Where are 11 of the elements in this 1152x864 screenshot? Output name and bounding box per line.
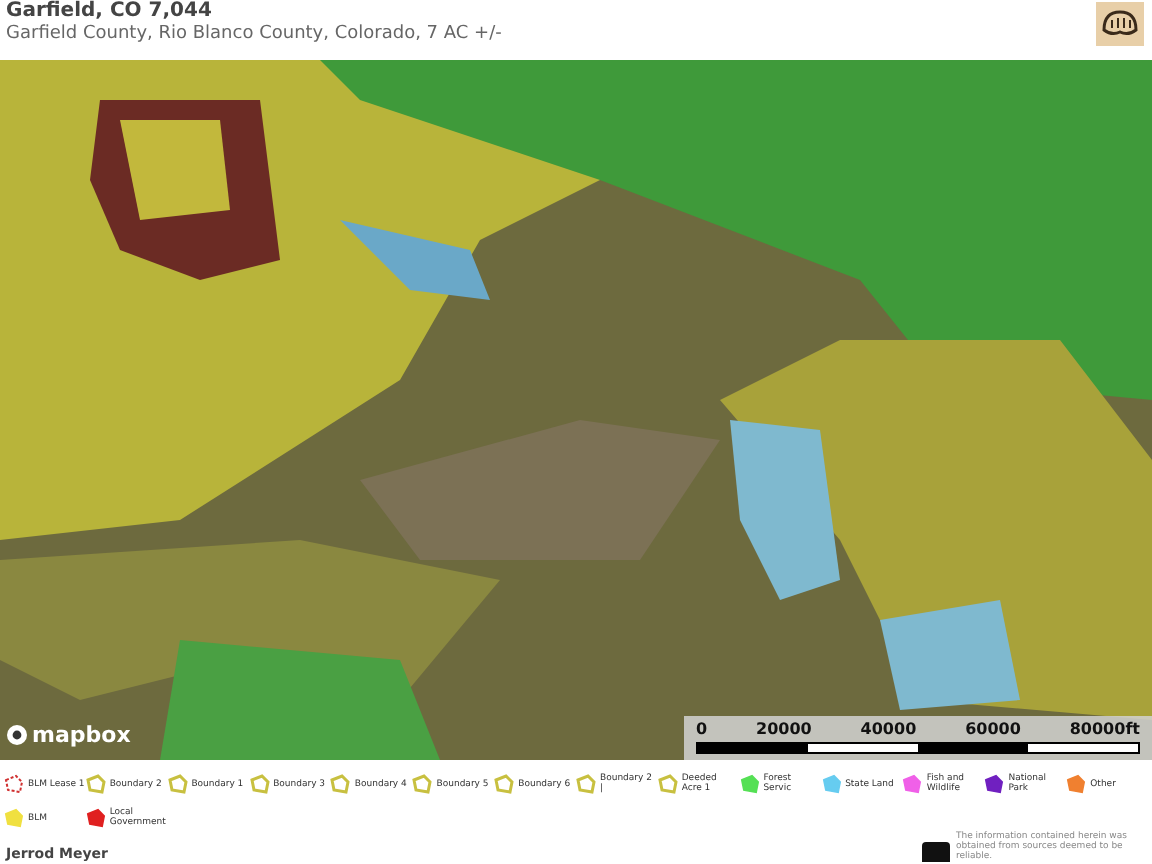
hoof-logo-icon — [1096, 2, 1144, 46]
listing-title: Garfield, CO 7,044 — [6, 0, 214, 22]
mapbox-wordmark: mapbox — [32, 722, 131, 748]
mapbox-logo-icon — [6, 724, 28, 746]
scale-label: 0 — [696, 720, 708, 738]
scale-label: 80000ft — [1069, 720, 1140, 738]
listing-subtitle: Garfield County, Rio Blanco County, Colorado, 7 AC +/- — [6, 22, 502, 48]
id-logo-icon — [922, 842, 950, 862]
scale-label: 40000 — [860, 720, 917, 738]
scale-label: 20000 — [756, 720, 812, 738]
scale-label: 60000 — [965, 720, 1021, 738]
